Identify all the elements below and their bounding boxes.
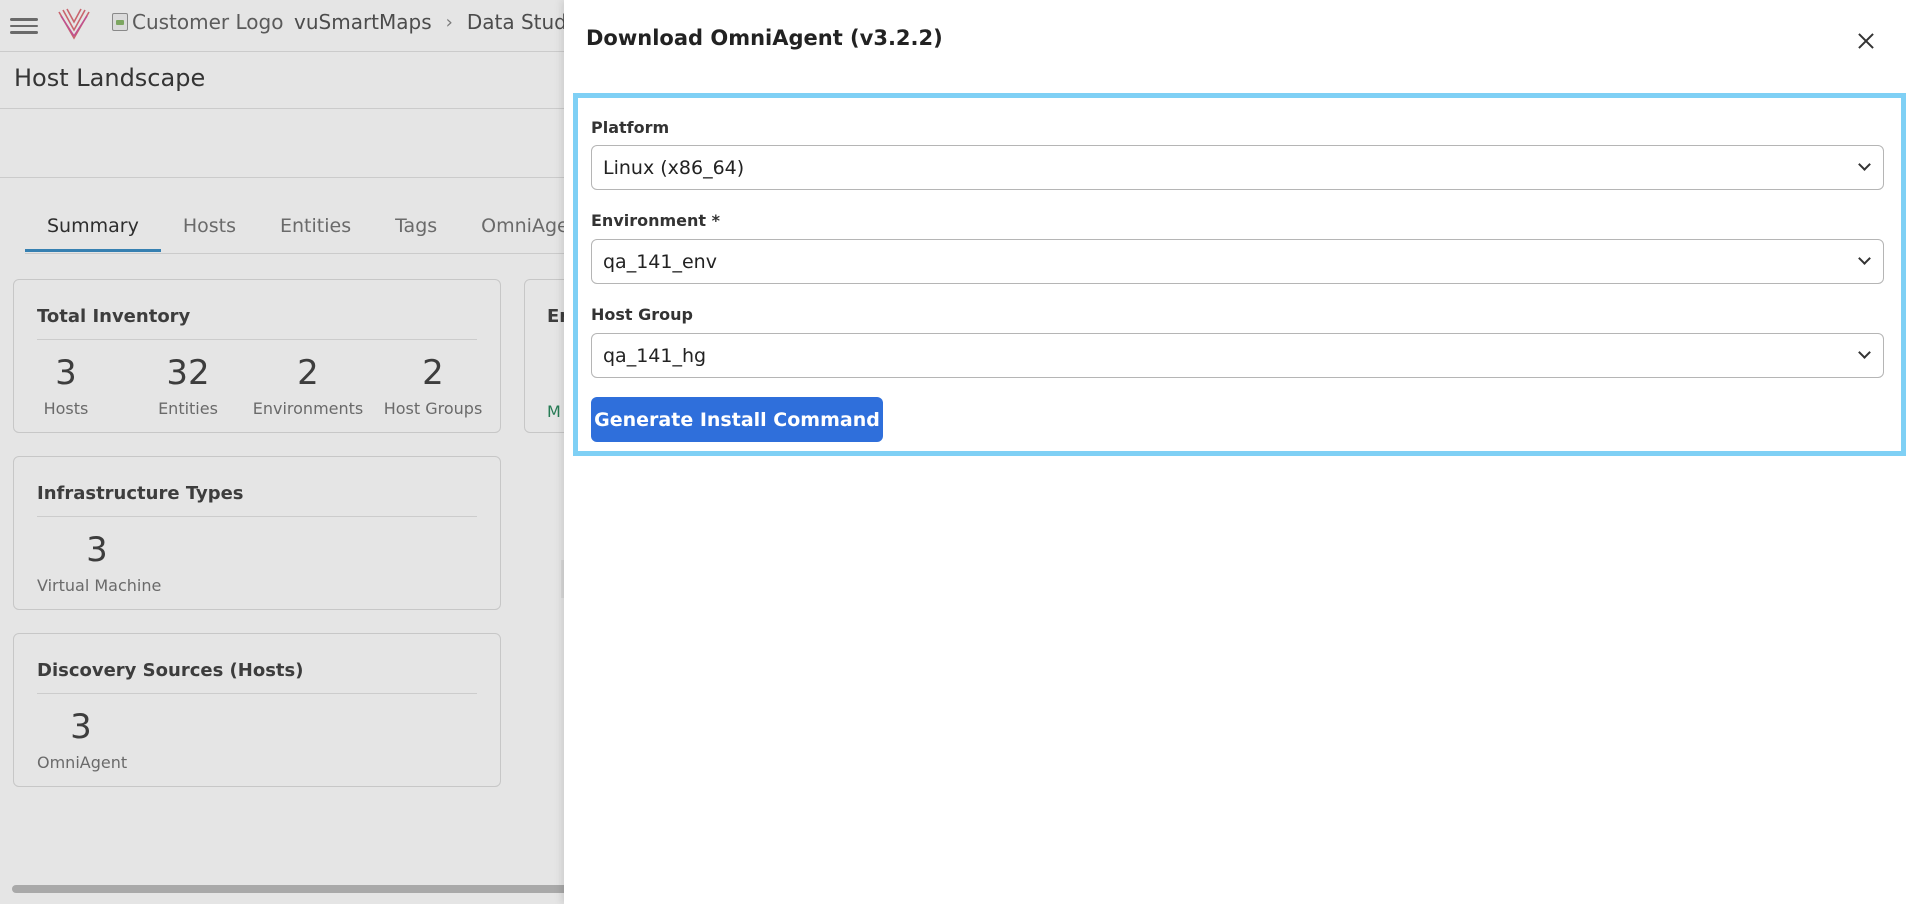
- environment-value: qa_141_env: [603, 250, 717, 273]
- download-form: Platform Linux (x86_64) Environment * qa…: [573, 93, 1906, 456]
- environment-select[interactable]: qa_141_env: [591, 239, 1884, 284]
- platform-label: Platform: [591, 118, 670, 137]
- generate-install-command-button[interactable]: Generate Install Command: [591, 397, 883, 442]
- download-omniagent-drawer: Download OmniAgent (v3.2.2) Platform Lin…: [564, 0, 1909, 904]
- drawer-title: Download OmniAgent (v3.2.2): [586, 26, 943, 50]
- platform-select[interactable]: Linux (x86_64): [591, 145, 1884, 190]
- app-root: Customer Logo vuSmartMaps › Data Studio …: [0, 0, 1909, 904]
- close-icon[interactable]: [1854, 29, 1878, 53]
- environment-label: Environment *: [591, 211, 721, 230]
- host-group-value: qa_141_hg: [603, 344, 707, 367]
- host-group-label: Host Group: [591, 305, 693, 324]
- chevron-down-icon: [1859, 161, 1869, 171]
- chevron-down-icon: [1859, 255, 1869, 265]
- platform-value: Linux (x86_64): [603, 156, 745, 179]
- host-group-select[interactable]: qa_141_hg: [591, 333, 1884, 378]
- chevron-down-icon: [1859, 349, 1869, 359]
